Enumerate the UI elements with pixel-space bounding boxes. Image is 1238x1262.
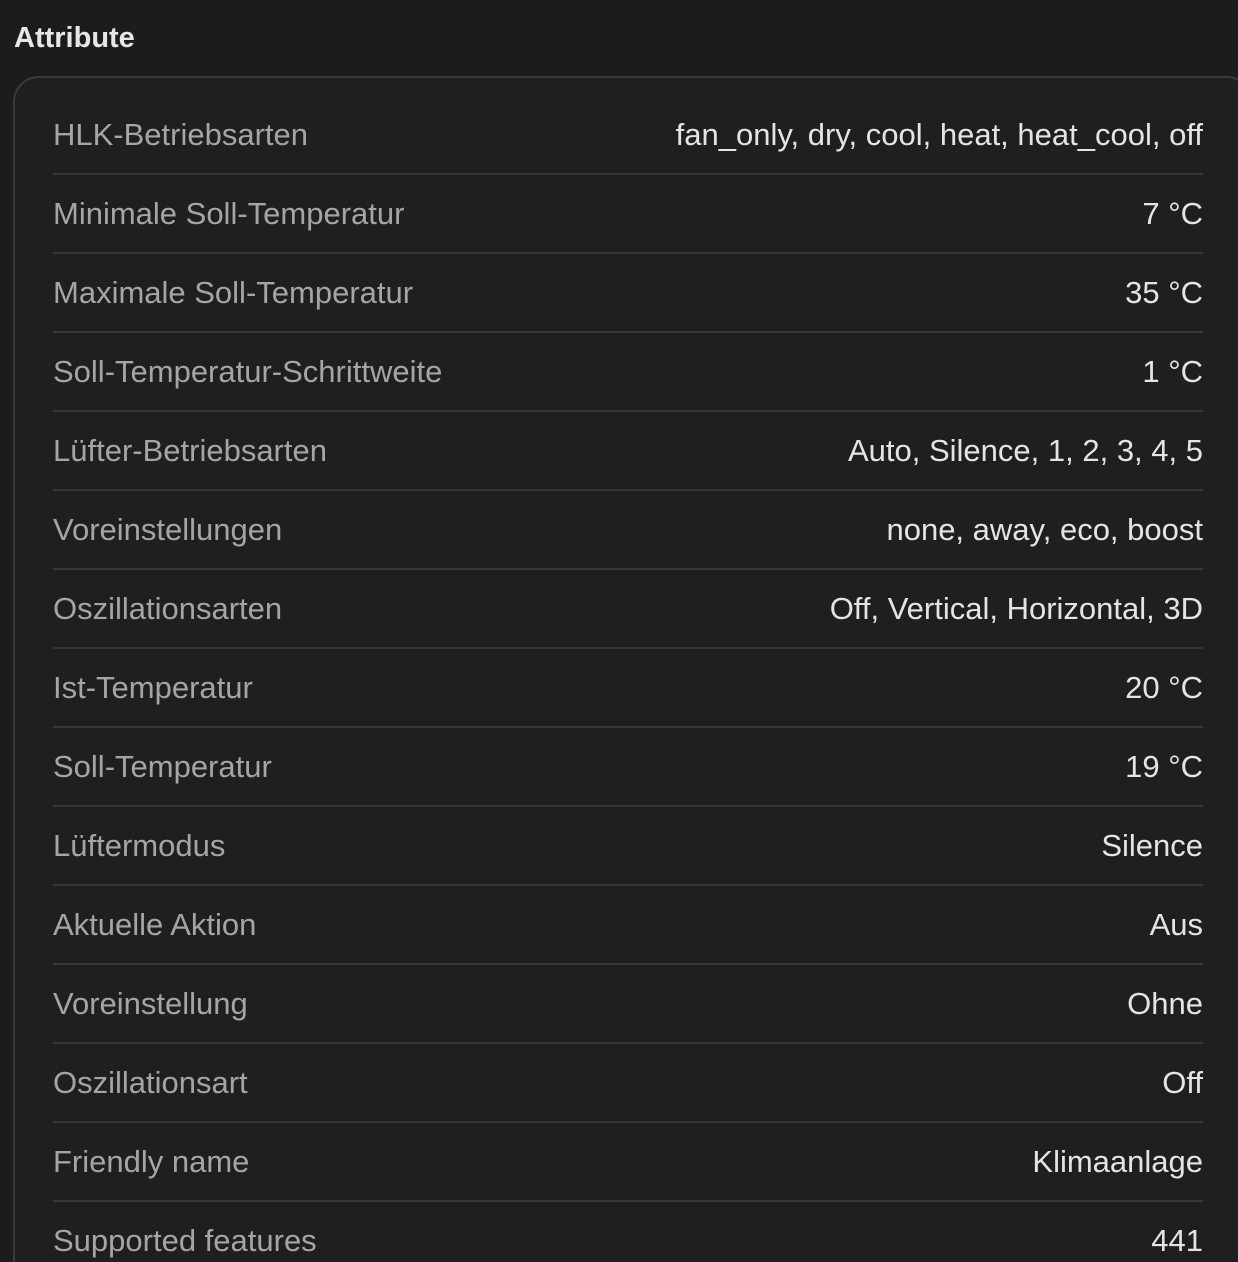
attribute-value: 441	[1151, 1222, 1203, 1258]
attribute-value: Ohne	[1127, 985, 1203, 1021]
attribute-name: Ist-Temperatur	[53, 669, 253, 705]
attribute-name: Lüfter-Betriebsarten	[53, 432, 327, 468]
attribute-name: Friendly name	[53, 1143, 250, 1179]
attribute-value: 1 °C	[1142, 353, 1203, 389]
attribute-value: none, away, eco, boost	[886, 511, 1203, 547]
attribute-name: Oszillationsart	[53, 1064, 248, 1100]
attribute-value: fan_only, dry, cool, heat, heat_cool, of…	[675, 116, 1203, 152]
attribute-row: Supported features 441	[53, 1202, 1203, 1262]
attribute-row: Aktuelle Aktion Aus	[53, 886, 1203, 965]
attribute-row: HLK-Betriebsarten fan_only, dry, cool, h…	[53, 96, 1203, 175]
attribute-name: Aktuelle Aktion	[53, 906, 257, 942]
attribute-row: Oszillationsart Off	[53, 1044, 1203, 1123]
attribute-row: Minimale Soll-Temperatur 7 °C	[53, 175, 1203, 254]
attribute-row: Soll-Temperatur-Schrittweite 1 °C	[53, 333, 1203, 412]
attribute-row: Oszillationsarten Off, Vertical, Horizon…	[53, 570, 1203, 649]
attribute-name: Supported features	[53, 1222, 317, 1258]
attribute-name: Voreinstellungen	[53, 511, 283, 547]
attribute-name: Voreinstellung	[53, 985, 248, 1021]
attribute-name: Soll-Temperatur-Schrittweite	[53, 353, 443, 389]
attribute-row: Soll-Temperatur 19 °C	[53, 728, 1203, 807]
attributes-list: HLK-Betriebsarten fan_only, dry, cool, h…	[53, 96, 1203, 1262]
attribute-row: Maximale Soll-Temperatur 35 °C	[53, 254, 1203, 333]
attribute-row: Lüftermodus Silence	[53, 807, 1203, 886]
section-title: Attribute	[14, 22, 135, 54]
attribute-value: Aus	[1149, 906, 1203, 942]
attribute-row: Lüfter-Betriebsarten Auto, Silence, 1, 2…	[53, 412, 1203, 491]
attribute-value: 35 °C	[1125, 274, 1203, 310]
attribute-value: Auto, Silence, 1, 2, 3, 4, 5	[847, 432, 1203, 468]
attribute-value: 7 °C	[1142, 195, 1203, 231]
attribute-value: 20 °C	[1125, 669, 1203, 705]
attribute-row: Ist-Temperatur 20 °C	[53, 649, 1203, 728]
attribute-name: HLK-Betriebsarten	[53, 116, 309, 152]
attribute-row: Voreinstellung Ohne	[53, 965, 1203, 1044]
attribute-value: Silence	[1101, 827, 1203, 863]
attribute-name: Lüftermodus	[53, 827, 226, 863]
attribute-row: Voreinstellungen none, away, eco, boost	[53, 491, 1203, 570]
attribute-value: 19 °C	[1125, 748, 1203, 784]
attribute-row: Friendly name Klimaanlage	[53, 1123, 1203, 1202]
attribute-name: Minimale Soll-Temperatur	[53, 195, 405, 231]
attribute-value: Klimaanlage	[1032, 1143, 1203, 1179]
attribute-name: Soll-Temperatur	[53, 748, 272, 784]
attributes-page: Attribute HLK-Betriebsarten fan_only, dr…	[0, 0, 1238, 1262]
attribute-value: Off, Vertical, Horizontal, 3D	[829, 590, 1203, 626]
attribute-name: Maximale Soll-Temperatur	[53, 274, 414, 310]
attribute-value: Off	[1162, 1064, 1203, 1100]
attribute-name: Oszillationsarten	[53, 590, 283, 626]
